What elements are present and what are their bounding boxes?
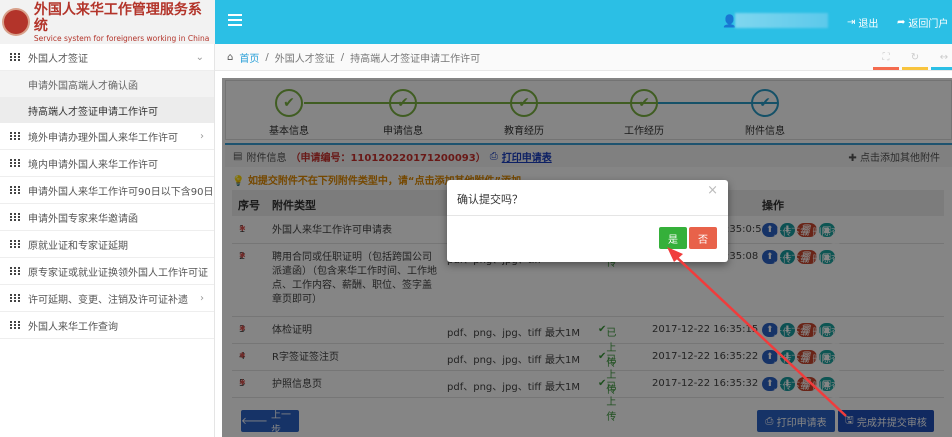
annotation-arrow <box>667 247 847 417</box>
